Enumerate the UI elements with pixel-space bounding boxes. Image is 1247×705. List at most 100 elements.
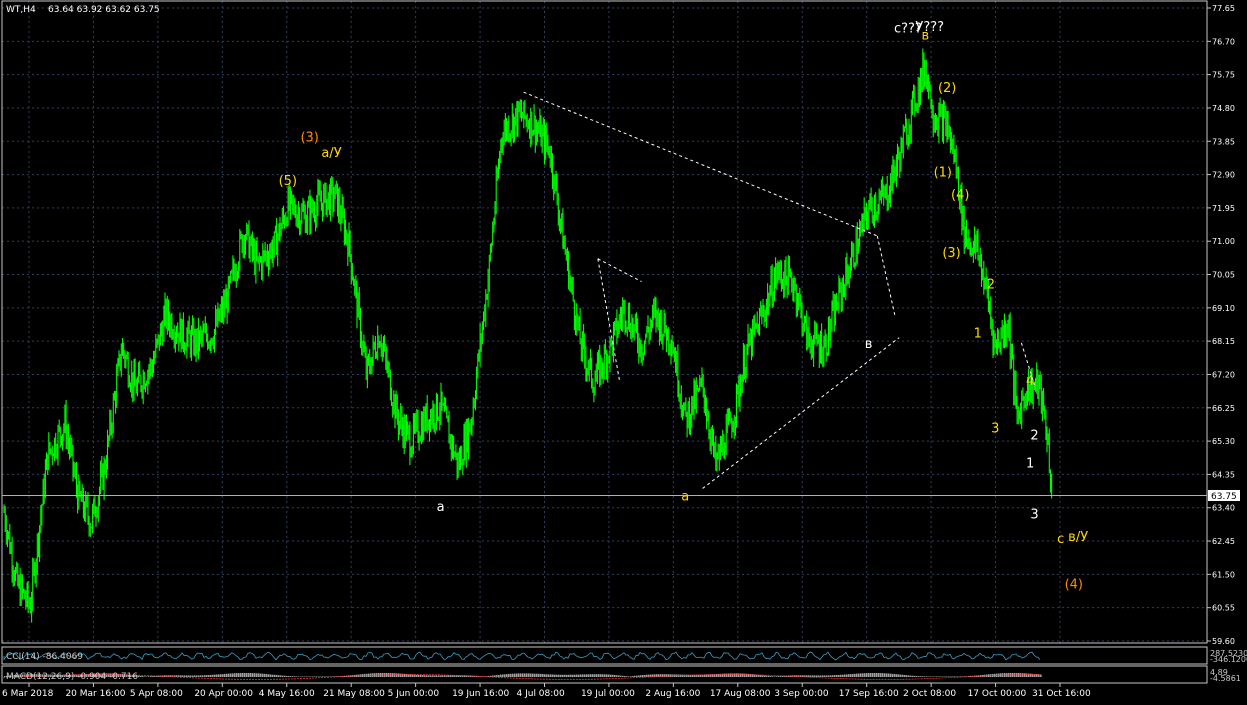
macd-bar bbox=[860, 673, 862, 677]
wave-label: (2) bbox=[938, 81, 956, 96]
macd-bar bbox=[302, 676, 304, 677]
macd-bar bbox=[822, 675, 824, 677]
macd-bar bbox=[418, 674, 420, 677]
price-tick-label: 67.20 bbox=[1212, 370, 1235, 379]
price-tick-label: 63.40 bbox=[1212, 504, 1235, 513]
macd-bar bbox=[232, 673, 234, 677]
macd-bar bbox=[1026, 673, 1028, 677]
macd-bar bbox=[920, 676, 922, 677]
macd-bar bbox=[520, 673, 522, 677]
macd-bar bbox=[850, 674, 852, 677]
price-tick-label: 65.30 bbox=[1212, 437, 1235, 446]
macd-bar bbox=[864, 673, 866, 677]
time-tick-label: 20 Apr 00:00 bbox=[194, 689, 253, 699]
price-tick-label: 77.65 bbox=[1212, 4, 1235, 13]
macd-bar bbox=[208, 675, 210, 677]
macd-bar bbox=[840, 674, 842, 677]
wave-label: 2 bbox=[987, 278, 995, 293]
macd-bar bbox=[1040, 674, 1042, 677]
macd-bar bbox=[220, 674, 222, 677]
macd-bar bbox=[542, 674, 544, 677]
macd-bar bbox=[598, 674, 600, 677]
macd-bar bbox=[734, 673, 736, 677]
macd-bar bbox=[194, 675, 196, 677]
macd-bar bbox=[926, 676, 928, 677]
wave-label: с bbox=[1057, 532, 1064, 547]
macd-bar bbox=[286, 675, 288, 677]
price-tick-label: 75.75 bbox=[1212, 71, 1235, 80]
macd-bar bbox=[292, 676, 294, 677]
macd-bar bbox=[506, 674, 508, 677]
macd-bar bbox=[318, 676, 320, 677]
macd-bar bbox=[932, 676, 934, 677]
time-tick-label: 2 Aug 16:00 bbox=[645, 689, 700, 699]
macd-bar bbox=[438, 675, 440, 677]
macd-bar bbox=[872, 673, 874, 677]
trendline bbox=[876, 235, 896, 315]
price-tick-label: 73.85 bbox=[1212, 137, 1235, 146]
macd-bar bbox=[206, 675, 208, 677]
macd-bar bbox=[606, 674, 608, 677]
price-tick-label: 59.60 bbox=[1212, 637, 1235, 646]
macd-bar bbox=[900, 674, 902, 677]
price-tick-label: 64.35 bbox=[1212, 470, 1235, 479]
time-tick-label: 17 Sep 16:00 bbox=[839, 689, 899, 699]
macd-bar bbox=[544, 674, 546, 677]
macd-bar bbox=[834, 675, 836, 677]
macd-bar bbox=[744, 673, 746, 677]
time-tick-label: 17 Oct 00:00 bbox=[968, 689, 1027, 699]
macd-bar bbox=[530, 673, 532, 677]
macd-bar bbox=[262, 673, 264, 677]
macd-bar bbox=[446, 675, 448, 677]
macd-bar bbox=[954, 676, 956, 677]
macd-bar bbox=[212, 674, 214, 677]
wave-label: а bbox=[437, 500, 445, 515]
macd-bar bbox=[414, 674, 416, 677]
macd-bar bbox=[866, 673, 868, 677]
wave-label: в/У bbox=[1068, 530, 1088, 545]
macd-bar bbox=[636, 675, 638, 677]
macd-bar bbox=[814, 675, 816, 677]
trendline bbox=[523, 91, 878, 237]
macd-bar bbox=[632, 676, 634, 677]
macd-bar bbox=[138, 675, 140, 677]
wave-label: У??? bbox=[915, 20, 944, 35]
macd-bar bbox=[730, 673, 732, 677]
price-tick-label: 61.50 bbox=[1212, 570, 1235, 579]
macd-bar bbox=[576, 674, 578, 677]
macd-bar bbox=[738, 673, 740, 677]
macd-bar bbox=[626, 676, 628, 677]
macd-bar bbox=[552, 674, 554, 677]
macd-bar bbox=[304, 676, 306, 677]
macd-bar bbox=[854, 673, 856, 677]
macd-bar bbox=[188, 675, 190, 677]
macd-bar bbox=[592, 674, 594, 677]
wave-label: 1 bbox=[1026, 456, 1034, 471]
macd-bar bbox=[534, 673, 536, 677]
macd-bar bbox=[224, 673, 226, 677]
macd-bar bbox=[832, 675, 834, 677]
macd-bar bbox=[538, 673, 540, 677]
macd-bar bbox=[290, 676, 292, 677]
macd-bar bbox=[936, 676, 938, 677]
macd-bar bbox=[260, 673, 262, 677]
macd-bar bbox=[306, 676, 308, 677]
macd-bar bbox=[234, 673, 236, 677]
macd-bar bbox=[946, 676, 948, 677]
price-tick-label: 60.55 bbox=[1212, 604, 1235, 613]
macd-bar bbox=[182, 675, 184, 677]
time-tick-label: 2 Oct 08:00 bbox=[903, 689, 956, 699]
macd-bar bbox=[396, 673, 398, 677]
macd-bar bbox=[848, 674, 850, 677]
macd-bar bbox=[296, 676, 298, 677]
macd-bar bbox=[728, 673, 730, 677]
macd-bar bbox=[536, 673, 538, 677]
macd-bar bbox=[874, 673, 876, 677]
macd-bar bbox=[248, 673, 250, 677]
price-tick-label: 72.90 bbox=[1212, 171, 1235, 180]
cci-indicator-panel bbox=[3, 651, 1041, 661]
macd-bar bbox=[268, 674, 270, 677]
macd-bar bbox=[768, 675, 770, 677]
price-chart[interactable]: (3)а/У(5)ас???У???в(2)(1)(4)(3)ва2134213… bbox=[0, 0, 1247, 705]
macd-bar bbox=[838, 674, 840, 677]
